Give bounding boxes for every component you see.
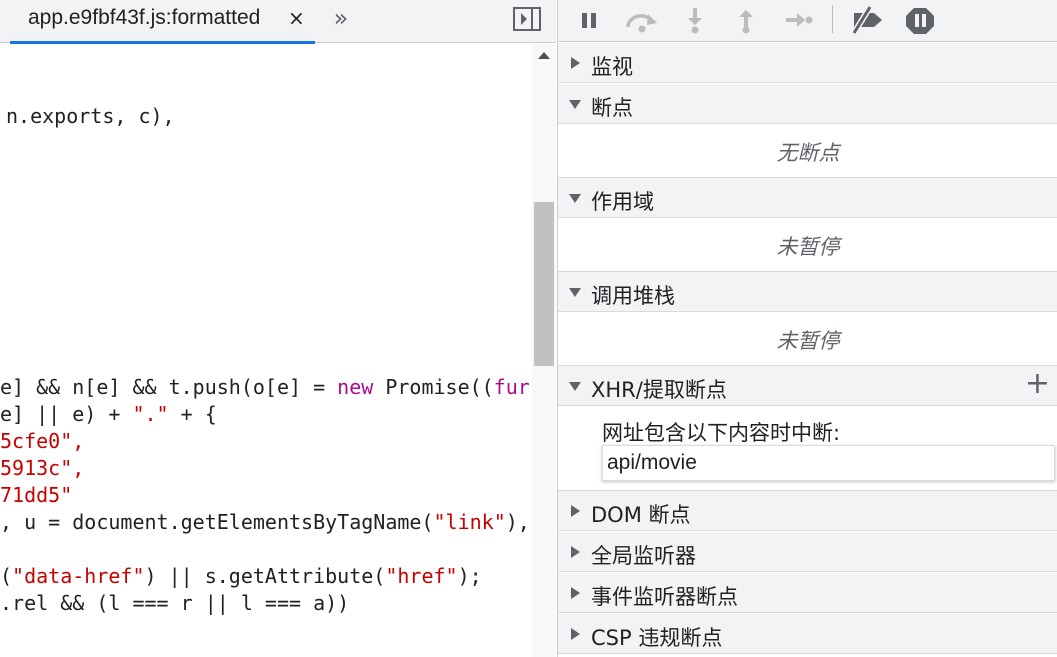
expand-triangle-icon [571,57,580,69]
deactivate-breakpoints-icon[interactable] [848,5,886,35]
code-token: + { [168,402,217,426]
breakpoints-body: 无断点 [558,125,1057,178]
code-line[interactable]: e] && n[e] && t.push(o[e] = new Promise(… [0,374,530,401]
pane-title: 监视 [591,55,633,79]
code-token: ( [0,564,13,588]
empty-placeholder: 无断点 [776,141,840,165]
pane-title: 全局监听器 [591,544,696,568]
pane-header-xhr-breakpoints[interactable]: XHR/提取断点 + [558,366,1057,406]
code-token: n.exports, c), [6,104,175,128]
code-token: ); [457,564,482,588]
code-line[interactable]: ("data-href") || s.getAttribute("href"); [0,563,482,590]
pause-on-exceptions-icon[interactable] [904,5,936,35]
toolbar-separator [832,5,833,33]
step-out-icon[interactable] [731,5,763,35]
empty-placeholder: 未暂停 [776,329,840,353]
code-token: , u = document.getElementsByTagName( [0,510,434,534]
pane-title: XHR/提取断点 [591,378,727,402]
xhr-url-prompt: 网址包含以下内容时中断: [602,421,841,445]
code-token: 71dd5" [0,483,73,507]
code-area[interactable]: n.exports, c), e] && n[e] && t.push(o[e] … [0,44,532,657]
expand-triangle-icon [571,505,580,517]
code-token: "href" [385,564,458,588]
code-token: "data-href" [12,564,145,588]
pane-title: 断点 [591,96,633,120]
collapse-triangle-icon [569,288,581,297]
scroll-up-arrow-icon[interactable] [538,52,550,59]
pane-header-scope[interactable]: 作用域 [558,178,1057,218]
pane-header-breakpoints[interactable]: 断点 [558,84,1057,124]
collapse-triangle-icon [569,382,581,391]
code-line[interactable]: .rel && (l === r || l === a)) [0,590,349,617]
scrollbar-thumb[interactable] [534,202,554,366]
close-icon[interactable]: × [288,6,305,30]
expand-triangle-icon [571,546,580,558]
editor-tabbar: app.e9fbf43f.js:formatted × » [0,0,556,44]
code-line[interactable]: 71dd5" [0,482,72,509]
pane-title: 事件监听器断点 [591,585,738,609]
step-icon[interactable] [783,5,815,35]
source-editor: app.e9fbf43f.js:formatted × » n.exports,… [0,0,556,657]
pane-title: 作用域 [591,190,654,214]
collapse-triangle-icon [569,100,581,109]
debugger-sidebar: 监视 断点 无断点 作用域 未暂停 调用堆栈 未暂停 XHR/提取断点 + 网址… [557,0,1057,657]
code-token: new [337,375,374,399]
pane-header-global-listeners[interactable]: 全局监听器 [558,532,1057,572]
code-line[interactable]: e] || e) + "." + { [0,401,217,428]
code-token: 5cfe0", [0,429,85,453]
code-token: e] && n[e] && t.push(o[e] = [0,375,338,399]
code-token: ) || s.getAttribute( [144,564,386,588]
add-xhr-breakpoint-icon[interactable]: + [1025,369,1050,399]
scope-body: 未暂停 [558,219,1057,272]
pane-title: CSP 违规断点 [591,626,723,650]
code-token: e] || e) + [0,402,133,426]
step-into-icon[interactable] [680,5,712,35]
debugger-toolbar [558,0,1057,42]
code-line[interactable]: 5cfe0", [0,428,84,455]
tab-label: app.e9fbf43f.js:formatted [28,6,261,29]
call-stack-body: 未暂停 [558,313,1057,366]
pane-header-csp-breakpoints[interactable]: CSP 违规断点 [558,614,1057,654]
pane-header-watch[interactable]: 监视 [558,43,1057,83]
expand-triangle-icon [571,587,580,599]
more-tabs-chevron-icon[interactable]: » [328,4,354,34]
collapse-triangle-icon [569,194,581,203]
code-token: 5913c", [0,456,85,480]
toggle-sidebar-icon[interactable] [513,7,541,31]
pane-header-call-stack[interactable]: 调用堆栈 [558,272,1057,312]
pane-title: DOM 断点 [591,503,691,527]
tab-source-file[interactable]: app.e9fbf43f.js:formatted × [10,0,315,44]
code-line[interactable]: n.exports, c), [6,103,175,130]
xhr-breakpoints-body: 网址包含以下内容时中断: [558,407,1057,491]
pane-header-dom-breakpoints[interactable]: DOM 断点 [558,491,1057,531]
step-over-icon[interactable] [624,5,657,35]
code-line[interactable]: , u = document.getElementsByTagName("lin… [0,509,530,536]
code-token: fur [493,375,530,399]
expand-triangle-icon [571,628,580,640]
pane-title: 调用堆栈 [591,284,675,308]
pane-header-event-listener-breakpoints[interactable]: 事件监听器断点 [558,573,1057,613]
editor-scrollbar[interactable] [532,44,556,657]
code-token: ), [505,510,530,534]
empty-placeholder: 未暂停 [776,235,840,259]
pause-icon[interactable] [574,5,606,35]
code-token: .rel && (l === r || l === a)) [0,591,350,615]
code-line[interactable]: 5913c", [0,455,84,482]
code-token: Promise(( [373,375,494,399]
code-token: "link" [433,510,506,534]
xhr-url-input[interactable] [602,445,1055,481]
code-token: "." [132,402,169,426]
